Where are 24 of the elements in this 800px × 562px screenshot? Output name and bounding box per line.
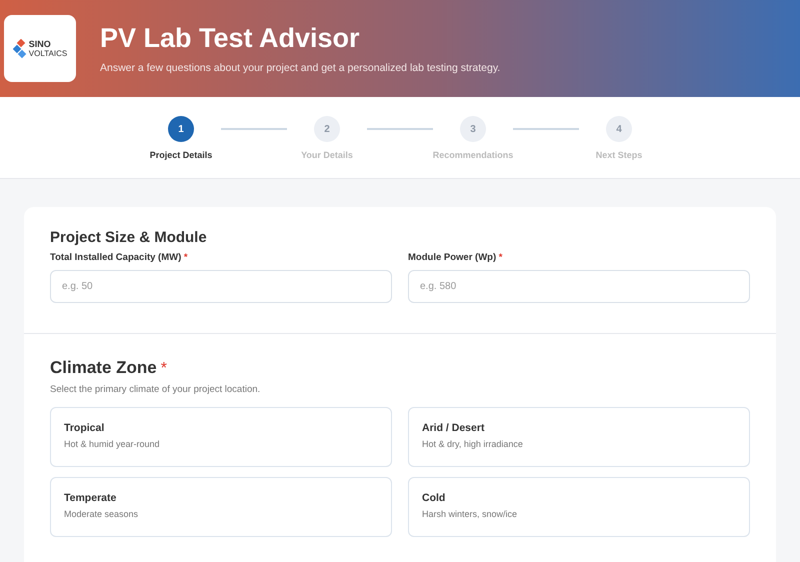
section-heading: Climate Zone <box>50 358 157 378</box>
field-label: Module Power (Wp) * <box>408 252 504 263</box>
diamond-logo-icon <box>12 38 27 58</box>
required-mark: * <box>160 360 167 378</box>
step-number: 2 <box>314 116 340 142</box>
step-number: 1 <box>168 116 194 142</box>
section-heading: Project Size & Module <box>50 229 208 246</box>
input-field[interactable]: e.g. 50 <box>50 270 392 303</box>
step-number: 3 <box>460 116 486 142</box>
app-title: PV Lab Test Advisor <box>100 23 361 54</box>
climate-option[interactable]: Arid / Desert Hot & dry, high irradiance <box>408 407 750 467</box>
step-label: Project Details <box>150 150 212 160</box>
section-description: Select the primary climate of your project location. <box>50 384 262 395</box>
climate-option[interactable]: Tropical Hot & humid year-round <box>50 407 392 467</box>
step-label: Next Steps <box>596 150 642 160</box>
step-label: Recommendations <box>432 150 514 160</box>
field-label: Total Installed Capacity (MW) * <box>50 252 189 263</box>
climate-option[interactable]: Temperate Moderate seasons <box>50 477 392 537</box>
app-subtitle: Answer a few questions about your project and get a personalized lab testing strategy. <box>100 62 500 74</box>
climate-option[interactable]: Cold Harsh winters, snow/ice <box>408 477 750 537</box>
company-logo: SINO VOLTAICS <box>4 15 76 82</box>
input-field[interactable]: e.g. 580 <box>408 270 750 303</box>
step-label: Your Details <box>301 150 353 160</box>
step-number: 4 <box>606 116 632 142</box>
